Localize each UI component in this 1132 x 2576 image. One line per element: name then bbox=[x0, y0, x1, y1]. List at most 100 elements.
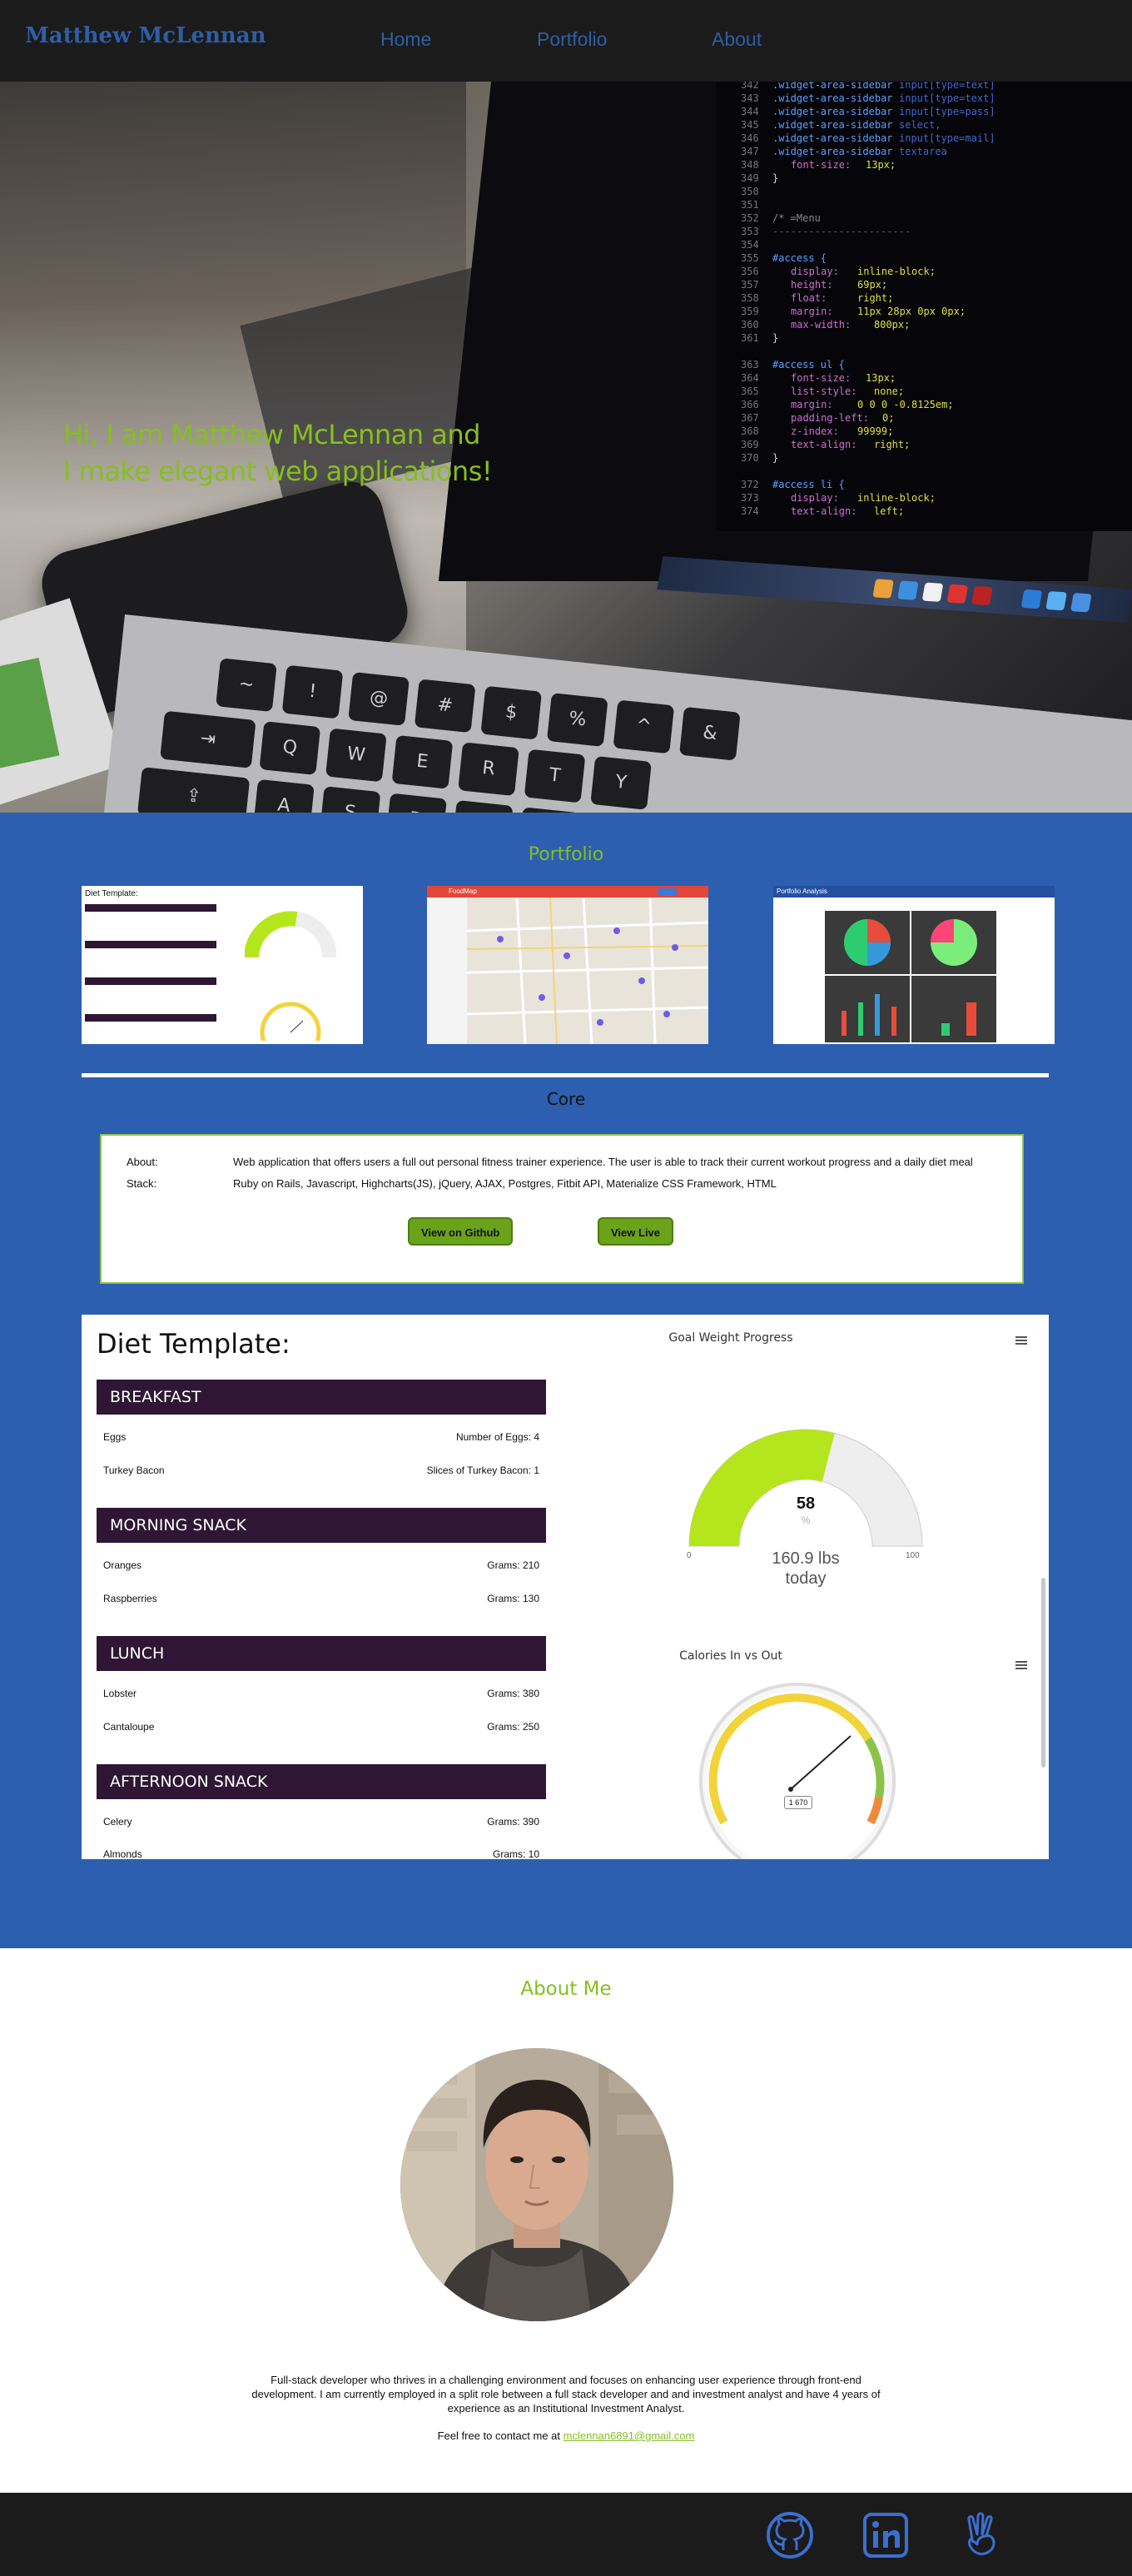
svg-text:369: 369 bbox=[741, 439, 759, 450]
svg-text:0;: 0; bbox=[882, 412, 894, 424]
svg-text:347: 347 bbox=[741, 146, 759, 157]
profile-photo bbox=[400, 2048, 673, 2321]
svg-text:margin:: margin: bbox=[791, 306, 833, 317]
thumb-list bbox=[427, 898, 467, 1044]
svg-text:}: } bbox=[772, 172, 778, 184]
meal-item: Almonds Grams: 10 bbox=[103, 1848, 539, 1859]
email-link[interactable]: mclennan6891@gmail.com bbox=[564, 2429, 695, 2442]
footer bbox=[0, 2493, 1132, 2576]
gauge-weight-label: today bbox=[785, 1569, 827, 1588]
meal-header-morning-snack: MORNING SNACK bbox=[97, 1508, 546, 1543]
about-title: About Me bbox=[520, 1978, 612, 2000]
meal-item: Turkey Bacon Slices of Turkey Bacon: 1 bbox=[103, 1465, 539, 1476]
svg-text:margin:: margin: bbox=[791, 399, 833, 410]
gauge-title-goal-weight: Goal Weight Progress bbox=[668, 1331, 793, 1345]
svg-text:374: 374 bbox=[741, 505, 759, 517]
svg-text:none;: none; bbox=[874, 385, 904, 397]
diet-template-thumbnail[interactable]: Diet Template: bbox=[82, 886, 363, 1044]
brand-name[interactable]: Matthew McLennan bbox=[25, 23, 266, 48]
svg-text:367: 367 bbox=[741, 412, 759, 424]
meal-amount: Grams: 390 bbox=[487, 1816, 539, 1828]
meal-item: Oranges Grams: 210 bbox=[103, 1559, 539, 1571]
svg-text:input[type=text]: input[type=text] bbox=[899, 82, 995, 91]
svg-text:13px;: 13px; bbox=[866, 372, 896, 384]
svg-text:left;: left; bbox=[874, 505, 904, 517]
meal-header-lunch: LUNCH bbox=[97, 1636, 546, 1671]
svg-text:font-size:: font-size: bbox=[791, 372, 851, 384]
svg-text:358: 358 bbox=[741, 292, 759, 304]
view-on-github-button[interactable]: View on Github bbox=[408, 1217, 514, 1246]
svg-text:z-index:: z-index: bbox=[791, 425, 839, 437]
hero-section: 342 .widget-area-sidebar input[type=text] … bbox=[0, 82, 1132, 813]
preview-scrollbar-thumb[interactable] bbox=[1041, 1578, 1045, 1768]
svg-text:13px;: 13px; bbox=[866, 159, 896, 171]
thumb-gauges bbox=[245, 911, 336, 1041]
view-live-button[interactable]: View Live bbox=[598, 1217, 674, 1246]
svg-text:342: 342 bbox=[741, 82, 759, 91]
svg-text:.widget-area-sidebar: .widget-area-sidebar bbox=[772, 119, 893, 131]
project-info-box: About: Web application that offers users… bbox=[100, 1134, 1024, 1284]
svg-text:right;: right; bbox=[857, 292, 893, 304]
github-icon[interactable] bbox=[766, 2511, 814, 2559]
gauge-unit: % bbox=[801, 1514, 811, 1526]
chart-menu-icon[interactable] bbox=[1015, 1661, 1027, 1669]
svg-text:360: 360 bbox=[741, 319, 759, 331]
svg-text:input[type=pass]: input[type=pass] bbox=[899, 106, 995, 117]
nav-link-about[interactable]: About bbox=[712, 28, 762, 51]
gauge-fill bbox=[689, 1430, 835, 1546]
svg-text:69px;: 69px; bbox=[857, 279, 887, 291]
svg-text:800px;: 800px; bbox=[874, 319, 910, 331]
svg-text:#access ul {: #access ul { bbox=[772, 359, 845, 370]
meal-item: Lobster Grams: 380 bbox=[103, 1688, 539, 1699]
svg-text:#access {: #access { bbox=[772, 252, 827, 264]
core-title: Core bbox=[546, 1089, 586, 1109]
thumb-charts bbox=[842, 919, 977, 1036]
svg-text:353: 353 bbox=[741, 226, 759, 237]
svg-text:}: } bbox=[772, 332, 778, 344]
svg-text:11px 28px 0px 0px;: 11px 28px 0px 0px; bbox=[857, 306, 966, 317]
laptop-screen: 342 .widget-area-sidebar input[type=text] … bbox=[716, 82, 1132, 531]
portfolio-analysis-thumbnail[interactable]: Portfolio Analysis bbox=[773, 886, 1055, 1044]
thumb-meal-bar bbox=[85, 904, 216, 912]
svg-text:348: 348 bbox=[741, 159, 759, 171]
meal-food: Almonds bbox=[103, 1848, 142, 1859]
meal-food: Eggs bbox=[103, 1431, 127, 1443]
portfolio-title: Portfolio bbox=[528, 844, 604, 865]
svg-text:349: 349 bbox=[741, 172, 759, 184]
meal-amount: Grams: 10 bbox=[492, 1848, 539, 1859]
svg-text:351: 351 bbox=[741, 199, 759, 211]
svg-text:text-align:: text-align: bbox=[791, 439, 856, 450]
svg-text:373: 373 bbox=[741, 492, 759, 504]
svg-text:359: 359 bbox=[741, 306, 759, 317]
svg-text:input[type=mail]: input[type=mail] bbox=[899, 132, 995, 144]
svg-text:max-width:: max-width: bbox=[791, 319, 851, 331]
nav-link-home[interactable]: Home bbox=[380, 28, 431, 51]
top-nav: Matthew McLennan Home Portfolio About bbox=[0, 0, 1132, 82]
avatar bbox=[400, 2048, 673, 2321]
meal-amount: Slices of Turkey Bacon: 1 bbox=[426, 1465, 539, 1476]
about-value: Web application that offers users a full… bbox=[233, 1156, 973, 1168]
svg-text:0 0 0 -0.8125em;: 0 0 0 -0.8125em; bbox=[857, 399, 954, 410]
linkedin-icon[interactable] bbox=[861, 2511, 910, 2559]
svg-text:.widget-area-sidebar: .widget-area-sidebar bbox=[772, 106, 893, 117]
calories-gauge bbox=[699, 1683, 896, 1859]
angellist-icon[interactable] bbox=[957, 2511, 1005, 2559]
svg-text:text-align:: text-align: bbox=[791, 505, 856, 517]
gauge-weight: 160.9 lbs bbox=[772, 1549, 840, 1568]
foodmap-thumbnail[interactable]: FoodMap bbox=[427, 886, 708, 1044]
about-bio: Full-stack developer who thrives in a ch… bbox=[251, 2374, 881, 2414]
nav-link-portfolio[interactable]: Portfolio bbox=[537, 28, 607, 51]
svg-text:inline-block;: inline-block; bbox=[857, 492, 936, 504]
svg-text:font-size:: font-size: bbox=[791, 159, 851, 171]
svg-text:.widget-area-sidebar: .widget-area-sidebar bbox=[772, 82, 893, 91]
gauge-value: 58 bbox=[796, 1494, 816, 1513]
contact-line: Feel free to contact me at mclennan6891@… bbox=[0, 2429, 1132, 2442]
stack-value: Ruby on Rails, Javascript, Highcharts(JS… bbox=[233, 1177, 777, 1190]
svg-text:padding-left:: padding-left: bbox=[791, 412, 869, 424]
laptop-keyboard-image: ~ ! @ # $ % ^ & ⇥ Q W E R T Y ⇪ A S D F … bbox=[93, 614, 1132, 813]
chart-menu-icon[interactable] bbox=[1015, 1336, 1027, 1345]
svg-text:372: 372 bbox=[741, 479, 759, 490]
svg-text:right;: right; bbox=[874, 439, 910, 450]
svg-text:366: 366 bbox=[741, 399, 759, 410]
meal-amount: Grams: 130 bbox=[487, 1593, 539, 1604]
